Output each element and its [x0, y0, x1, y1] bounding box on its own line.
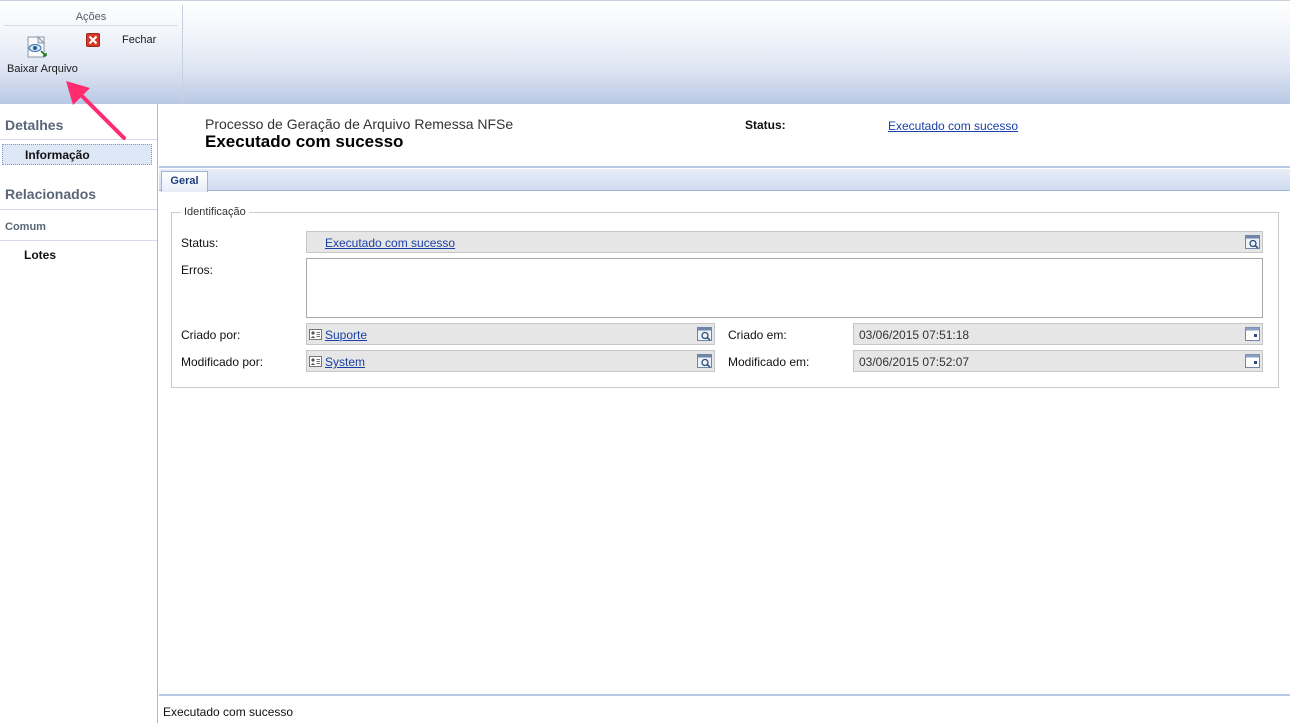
- modified-by-label: Modificado por:: [181, 355, 264, 369]
- status-bar-text: Executado com sucesso: [163, 705, 294, 719]
- created-by-label: Criado por:: [181, 328, 241, 342]
- modified-by-value[interactable]: System: [325, 355, 365, 369]
- ribbon-separator: [4, 25, 178, 26]
- close-icon: [86, 33, 100, 47]
- tab-bar: Geral: [159, 169, 1290, 192]
- related-heading: Relacionados: [5, 186, 97, 202]
- header-status-label: Status:: [745, 118, 786, 132]
- created-on-label: Criado em:: [728, 328, 787, 342]
- entity-type-label: Processo de Geração de Arquivo Remessa N…: [205, 116, 514, 132]
- status-field-value[interactable]: Executado com sucesso: [325, 236, 455, 250]
- ribbon-toolbar: Ações Baixar Arquivo Fechar: [0, 0, 1290, 104]
- created-by-field[interactable]: Suporte: [306, 323, 715, 345]
- errors-textarea[interactable]: [306, 258, 1263, 318]
- calendar-icon[interactable]: [1245, 327, 1260, 341]
- details-heading: Detalhes: [5, 117, 64, 133]
- created-on-field[interactable]: 03/06/2015 07:51:18: [853, 323, 1263, 345]
- download-file-button[interactable]: Baixar Arquivo: [4, 31, 86, 81]
- section-legend: Identificação: [181, 206, 249, 218]
- divider: [0, 209, 157, 210]
- tab-general[interactable]: Geral: [161, 171, 208, 192]
- download-file-icon: [27, 35, 47, 58]
- page-title: Executado com sucesso: [205, 132, 404, 151]
- status-field-label: Status:: [181, 236, 219, 250]
- lookup-icon[interactable]: [1245, 235, 1260, 249]
- lookup-icon[interactable]: [697, 327, 712, 341]
- created-by-value[interactable]: Suporte: [325, 328, 367, 342]
- close-button[interactable]: Fechar: [84, 33, 164, 51]
- modified-on-label: Modificado em:: [728, 355, 810, 369]
- sidebar-item-label: Informação: [25, 148, 90, 162]
- header-status-link[interactable]: Executado com sucesso: [888, 119, 1018, 133]
- annotation-arrow-icon: [66, 81, 126, 140]
- close-label: Fechar: [122, 34, 157, 46]
- ribbon-group-label: Ações: [75, 11, 107, 23]
- divider: [0, 240, 157, 241]
- divider: [159, 166, 1290, 168]
- left-navigation: Detalhes Informação Relacionados Comum L…: [0, 104, 158, 723]
- created-on-value: 03/06/2015 07:51:18: [859, 328, 970, 342]
- download-file-label: Baixar Arquivo: [7, 63, 78, 75]
- modified-on-field[interactable]: 03/06/2015 07:52:07: [853, 350, 1263, 372]
- user-card-icon: [309, 356, 322, 367]
- sidebar-item-information[interactable]: Informação: [2, 144, 152, 165]
- status-bar: Executado com sucesso: [159, 694, 1290, 723]
- modified-by-field[interactable]: System: [306, 350, 715, 372]
- user-card-icon: [309, 329, 322, 340]
- errors-field-label: Erros:: [181, 263, 214, 277]
- status-field[interactable]: Executado com sucesso: [306, 231, 1263, 253]
- sidebar-item-lots[interactable]: Lotes: [24, 248, 56, 262]
- lookup-icon[interactable]: [697, 354, 712, 368]
- common-heading: Comum: [5, 221, 46, 233]
- calendar-icon[interactable]: [1245, 354, 1260, 368]
- modified-on-value: 03/06/2015 07:52:07: [859, 355, 970, 369]
